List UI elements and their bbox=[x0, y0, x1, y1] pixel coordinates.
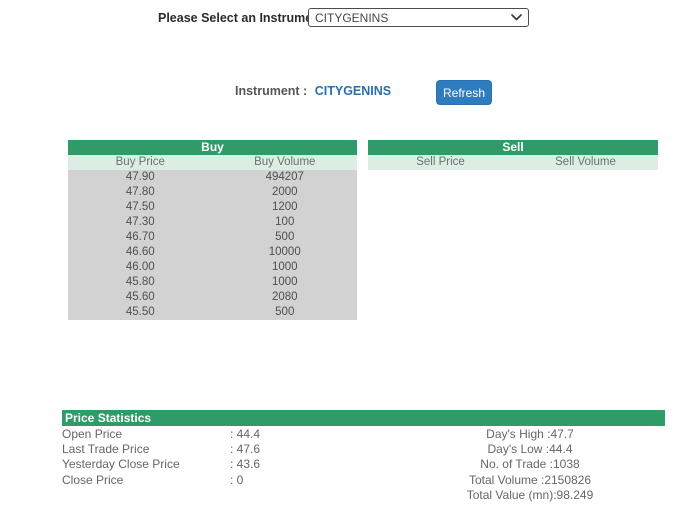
sell-table: Sell Sell Price Sell Volume bbox=[368, 140, 658, 170]
table-row: 45.60 2080 bbox=[68, 290, 357, 305]
instrument-select[interactable]: CITYGENINS bbox=[308, 8, 529, 27]
buy-table-title: Buy bbox=[68, 140, 357, 155]
sell-table-columns: Sell Price Sell Volume bbox=[368, 155, 658, 170]
stat-row: Last Trade Price : 47.6 bbox=[62, 442, 260, 457]
refresh-button[interactable]: Refresh bbox=[436, 80, 492, 105]
sell-table-title: Sell bbox=[368, 140, 658, 155]
price-statistics-right: Day's High :47.7 Day's Low :44.4 No. of … bbox=[390, 427, 670, 503]
stat-row: No. of Trade :1038 bbox=[480, 457, 580, 472]
instrument-info-value: CITYGENINS bbox=[314, 84, 392, 98]
stat-label: Last Trade Price bbox=[62, 442, 150, 457]
table-row: 47.90 494207 bbox=[68, 170, 357, 185]
table-row: 46.60 10000 bbox=[68, 245, 357, 260]
stat-row: Open Price : 44.4 bbox=[62, 427, 260, 442]
buy-price-cell: 46.00 bbox=[125, 261, 155, 273]
buy-volume-cell: 2080 bbox=[271, 291, 298, 303]
buy-volume-cell: 2000 bbox=[271, 186, 298, 198]
table-row: 45.80 1000 bbox=[68, 275, 357, 290]
buy-price-cell: 47.50 bbox=[125, 201, 155, 213]
stat-label: Close Price bbox=[62, 472, 124, 487]
instrument-select-value: CITYGENINS bbox=[315, 10, 389, 25]
buy-table-columns: Buy Price Buy Volume bbox=[68, 155, 357, 170]
stat-row: Day's High :47.7 bbox=[486, 427, 574, 441]
chevron-down-icon bbox=[511, 14, 522, 21]
buy-price-column-header: Buy Price bbox=[115, 156, 165, 168]
buy-price-cell: 45.60 bbox=[125, 291, 155, 303]
buy-price-cell: 46.60 bbox=[125, 246, 155, 258]
stat-label: Open Price bbox=[62, 427, 123, 441]
buy-price-cell: 47.80 bbox=[125, 186, 155, 198]
buy-volume-cell: 1000 bbox=[271, 276, 298, 288]
price-statistics-left: Open Price : 44.4 Last Trade Price : 47.… bbox=[62, 427, 260, 488]
stat-value: : 44.4 bbox=[230, 427, 261, 441]
table-row: 47.50 1200 bbox=[68, 200, 357, 215]
stat-label: Yesterday Close Price bbox=[62, 457, 180, 472]
sell-volume-column-header: Sell Volume bbox=[555, 156, 616, 168]
stat-row: Close Price : 0 bbox=[62, 473, 260, 488]
instrument-select-label: Please Select an Instrument bbox=[158, 11, 325, 25]
table-row: 47.80 2000 bbox=[68, 185, 357, 200]
buy-volume-cell: 500 bbox=[275, 306, 295, 318]
stat-row: Day's Low :44.4 bbox=[487, 442, 573, 457]
buy-volume-cell: 1200 bbox=[271, 201, 298, 213]
market-depth-page: Please Select an Instrument CITYGENINS I… bbox=[0, 0, 700, 515]
price-statistics-header: Price Statistics bbox=[62, 410, 665, 426]
stat-value: : 43.6 bbox=[230, 457, 261, 472]
buy-price-cell: 45.80 bbox=[125, 276, 155, 288]
buy-price-cell: 47.30 bbox=[125, 216, 155, 228]
buy-volume-cell: 1000 bbox=[271, 261, 298, 273]
table-row: 47.30 100 bbox=[68, 215, 357, 230]
sell-price-column-header: Sell Price bbox=[416, 156, 465, 168]
stat-value: : 47.6 bbox=[230, 442, 261, 457]
instrument-info-label: Instrument : bbox=[235, 84, 308, 98]
buy-volume-cell: 500 bbox=[275, 231, 295, 243]
stat-row: Yesterday Close Price : 43.6 bbox=[62, 457, 260, 472]
table-row: 45.50 500 bbox=[68, 305, 357, 320]
buy-volume-cell: 100 bbox=[275, 216, 295, 228]
stat-row: Total Value (mn):98.249 bbox=[466, 487, 594, 502]
buy-volume-cell: 10000 bbox=[268, 246, 301, 258]
buy-price-cell: 46.70 bbox=[125, 231, 155, 243]
buy-price-cell: 47.90 bbox=[125, 171, 155, 183]
table-row: 46.00 1000 bbox=[68, 260, 357, 275]
buy-volume-column-header: Buy Volume bbox=[254, 156, 316, 168]
buy-price-cell: 45.50 bbox=[125, 306, 155, 318]
buy-volume-cell: 494207 bbox=[265, 171, 304, 183]
stat-row: Total Volume :2150826 bbox=[468, 472, 592, 487]
stat-value: : 0 bbox=[230, 472, 244, 487]
buy-table: Buy Buy Price Buy Volume 47.90 494207 47… bbox=[68, 140, 357, 320]
instrument-info: Instrument : CITYGENINS bbox=[235, 84, 391, 98]
table-row: 46.70 500 bbox=[68, 230, 357, 245]
